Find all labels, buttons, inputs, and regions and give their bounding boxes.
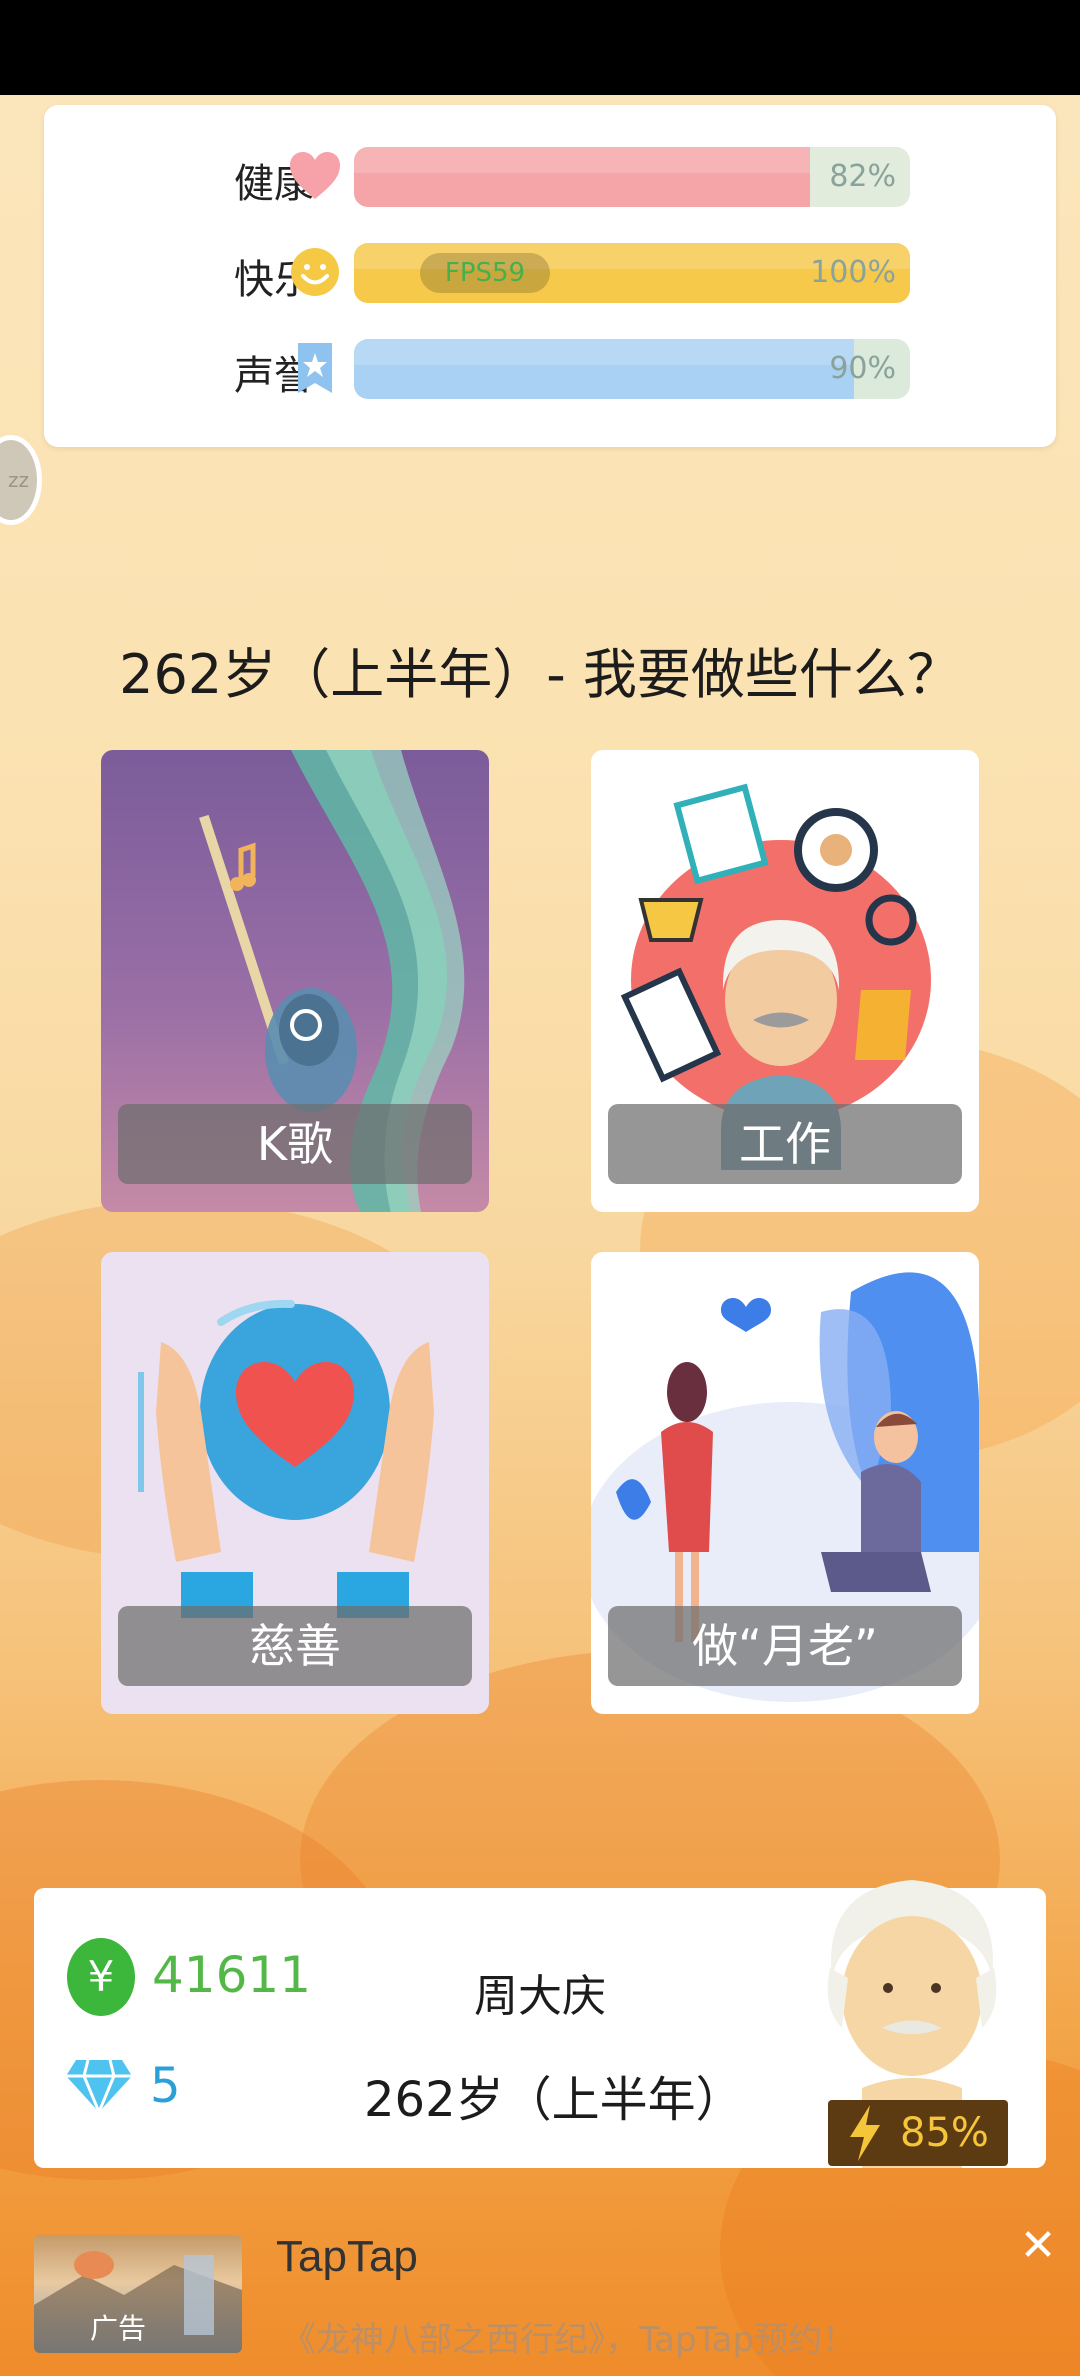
star-ribbon-icon xyxy=(298,343,332,393)
energy-percent: 85% xyxy=(900,2110,989,2156)
activity-tile-karaoke[interactable]: K歌 xyxy=(101,750,489,1212)
gem-count: 5 xyxy=(150,2058,181,2114)
smiley-icon xyxy=(291,248,339,296)
stat-row-reputation: 声誉 90% xyxy=(44,337,1056,399)
activity-label: 工作 xyxy=(608,1104,962,1184)
ad-label: 广告 xyxy=(90,2312,147,2345)
stats-card: 健康 82% 快乐 FPS59 100% 声誉 90% xyxy=(44,105,1056,447)
question-heading: 262岁（上半年）- 我要做些什么？ xyxy=(119,643,961,706)
diamond-icon xyxy=(66,2059,132,2114)
reputation-bar: 90% xyxy=(354,339,910,399)
fps-counter: FPS59 xyxy=(420,253,550,293)
ad-thumbnail[interactable]: 广告 xyxy=(34,2235,242,2353)
bar-percent: 100% xyxy=(810,255,896,290)
bar-fill xyxy=(354,339,855,399)
yuan-coin-icon: ¥ xyxy=(67,1938,135,2016)
energy-badge: 85% xyxy=(828,2100,1008,2166)
stat-row-health: 健康 82% xyxy=(44,145,1056,207)
player-name: 周大庆 xyxy=(474,1971,606,2022)
health-bar: 82% xyxy=(354,147,910,207)
ad-title[interactable]: TapTap xyxy=(276,2232,418,2282)
activity-tile-charity[interactable]: 慈善 xyxy=(101,1252,489,1714)
lightning-icon xyxy=(850,2105,880,2161)
activity-label: 做“月老” xyxy=(608,1606,962,1686)
happiness-bar: FPS59 100% xyxy=(354,243,910,303)
bar-fill xyxy=(354,147,810,207)
activity-label: 慈善 xyxy=(118,1606,472,1686)
close-icon[interactable]: ✕ xyxy=(1016,2224,1060,2268)
activity-label: K歌 xyxy=(118,1104,472,1184)
stat-row-happiness: 快乐 FPS59 100% xyxy=(44,241,1056,303)
bar-percent: 90% xyxy=(829,351,896,386)
status-bar xyxy=(0,0,1080,95)
activity-tile-matchmaker[interactable]: 做“月老” xyxy=(591,1252,979,1714)
bar-percent: 82% xyxy=(829,159,896,194)
player-age: 262岁（上半年） xyxy=(364,2072,744,2128)
floating-side-button-label: zz xyxy=(8,468,29,492)
ad-description[interactable]: 《龙神八部之西行纪》，TapTap预约！ xyxy=(282,2312,856,2361)
activity-tile-work[interactable]: 工作 xyxy=(591,750,979,1212)
heart-icon xyxy=(290,152,340,199)
money-amount: 41611 xyxy=(152,1946,312,2004)
